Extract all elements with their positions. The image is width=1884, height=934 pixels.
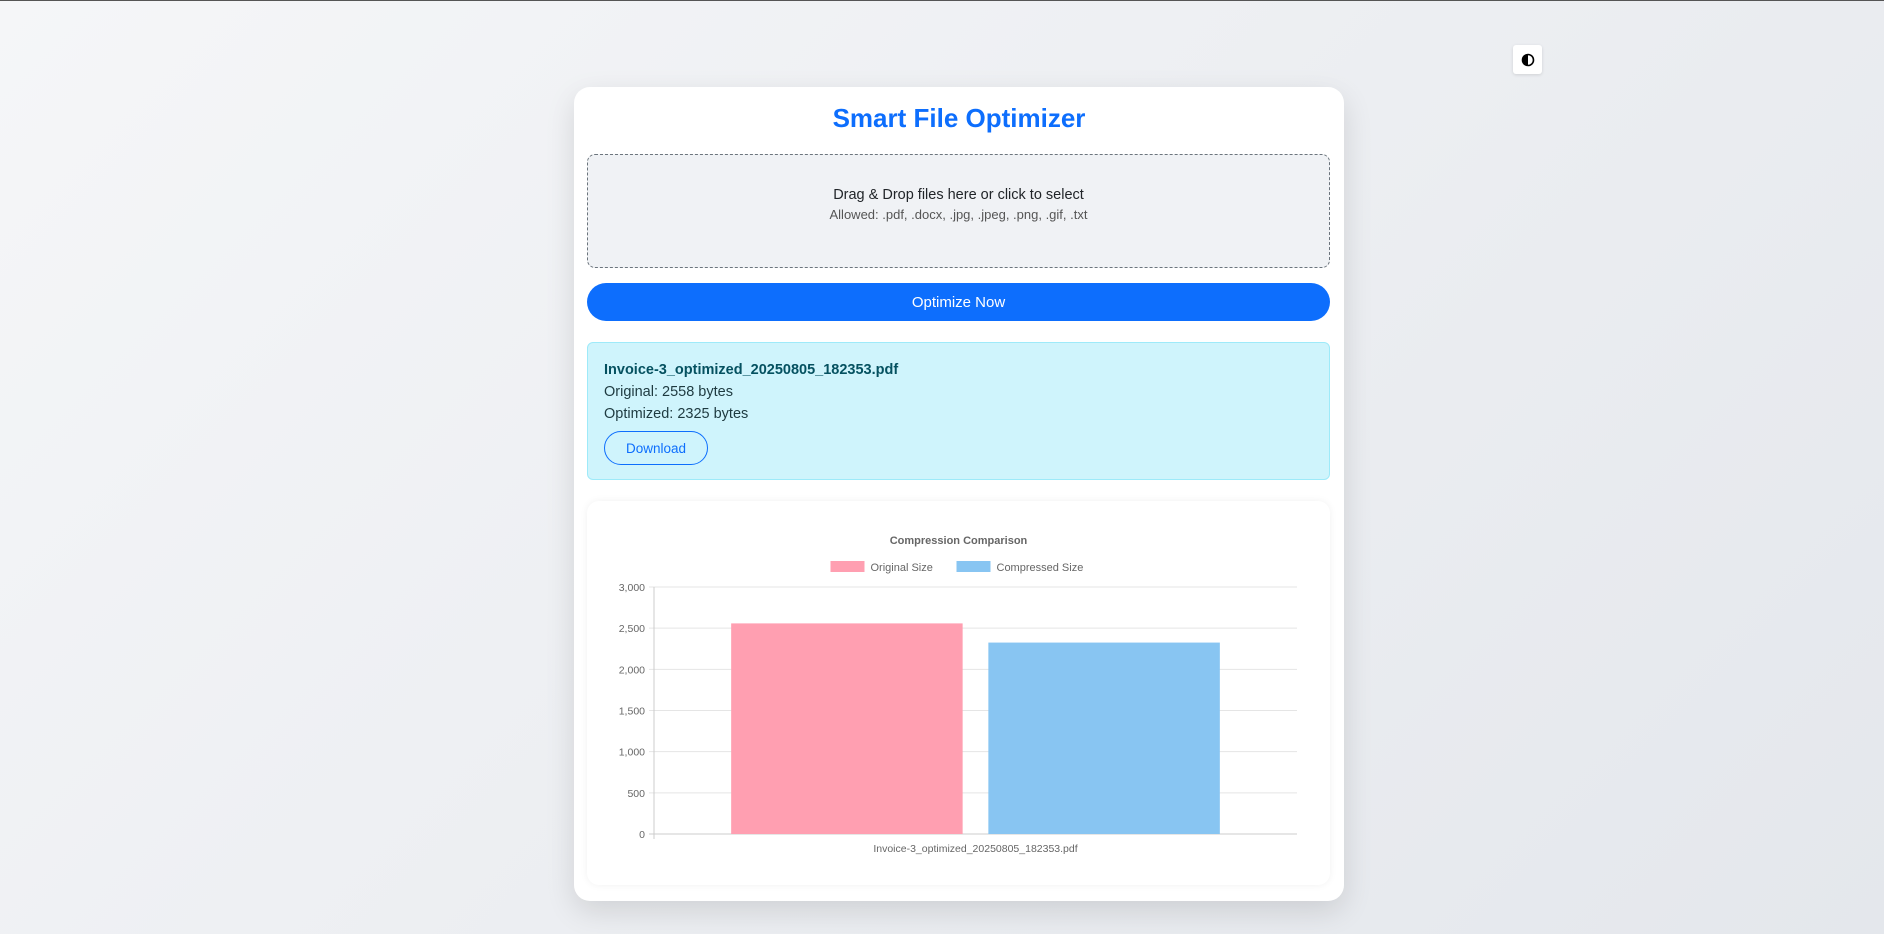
bar-original-size [731,623,963,834]
y-tick-label: 500 [627,788,645,800]
theme-toggle-button[interactable] [1513,45,1542,74]
chart-title: Compression Comparison [890,535,1028,547]
legend-label: Compressed Size [997,562,1084,574]
contrast-icon [1521,53,1534,66]
y-tick-label: 2,500 [619,623,645,635]
download-button[interactable]: Download [604,431,709,465]
result-panel: Invoice-3_optimized_20250805_182353.pdf … [587,342,1330,480]
original-size-text: Original: 2558 bytes [604,384,733,400]
optimized-size-text: Optimized: 2325 bytes [604,406,749,422]
page-title: Smart File Optimizer [832,103,1086,133]
y-tick-label: 1,000 [619,747,645,759]
dropzone-text: Drag & Drop files here or click to selec… [833,187,1084,203]
y-tick-label: 3,000 [619,582,645,594]
result-filename: Invoice-3_optimized_20250805_182353.pdf [604,362,899,378]
y-tick-label: 1,500 [619,706,645,718]
x-tick-label: Invoice-3_optimized_20250805_182353.pdf [873,843,1077,855]
optimizer-card: Smart File Optimizer Drag & Drop files h… [574,87,1344,901]
compression-chart: Compression Comparison Original Size Compr… [587,501,1330,885]
chart-svg: Compression Comparison Original Size Compr… [619,535,1297,855]
bar-compressed-size [988,642,1220,834]
file-dropzone[interactable]: Drag & Drop files here or click to selec… [587,154,1330,268]
legend-label: Original Size [871,562,933,574]
legend-swatch [830,561,865,572]
allowed-types-text: Allowed: .pdf, .docx, .jpg, .jpeg, .png,… [829,207,1088,222]
optimize-button[interactable]: Optimize Now [587,283,1330,321]
legend-swatch [956,561,991,572]
y-tick-label: 0 [639,829,645,841]
y-tick-label: 2,000 [619,664,645,676]
